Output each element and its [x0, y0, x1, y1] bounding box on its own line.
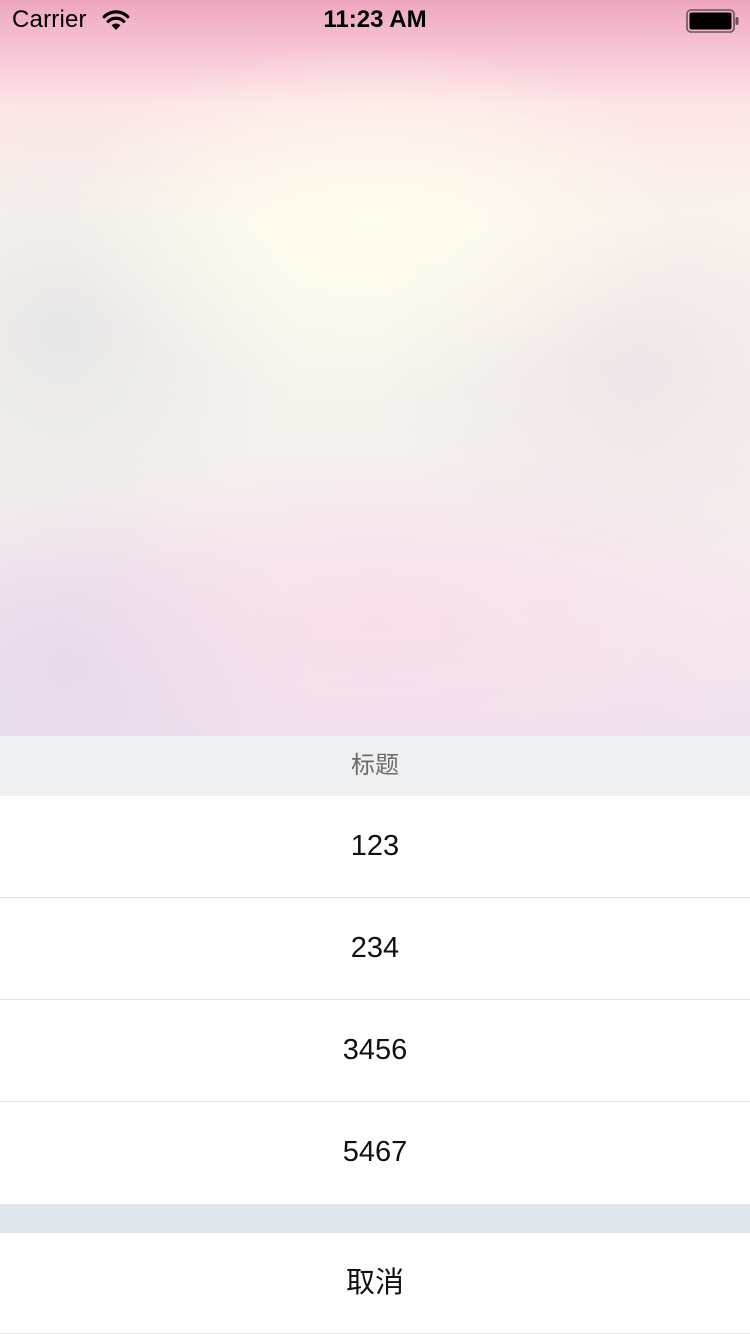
action-option-5467[interactable]: 5467: [0, 1102, 750, 1204]
status-bar: Carrier 11:23 AM: [0, 0, 750, 40]
action-option-123[interactable]: 123: [0, 796, 750, 898]
status-time: 11:23 AM: [323, 6, 427, 33]
blurred-background: [0, 0, 750, 736]
action-sheet-title: 标题: [0, 736, 750, 796]
cancel-button[interactable]: 取消: [0, 1233, 750, 1334]
action-sheet: 标题 123 234 3456 5467 取消: [0, 736, 750, 1334]
action-option-234[interactable]: 234: [0, 898, 750, 1000]
action-sheet-options: 123 234 3456 5467: [0, 796, 750, 1204]
action-sheet-gap: [0, 1204, 750, 1233]
battery-icon: [686, 9, 739, 33]
action-option-3456[interactable]: 3456: [0, 1000, 750, 1102]
